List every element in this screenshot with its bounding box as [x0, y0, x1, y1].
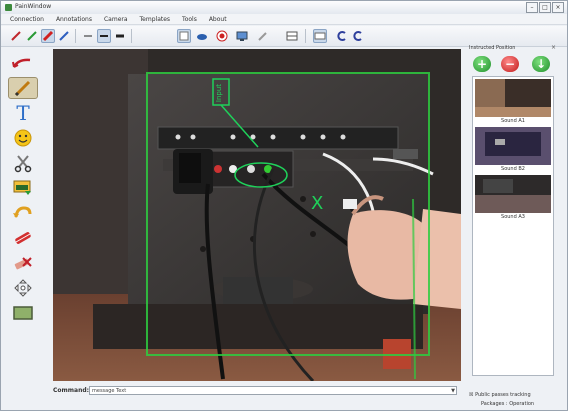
status-text: Packages : Operation [481, 401, 535, 407]
thumbnail-3[interactable] [475, 175, 551, 213]
app-icon [5, 4, 12, 11]
maximize-button[interactable]: □ [539, 2, 551, 13]
pen-highlight-icon[interactable] [41, 29, 55, 43]
chevron-down-icon[interactable]: ▼ [451, 387, 455, 395]
window-controls: – □ × [526, 2, 564, 13]
thumbnail-1[interactable] [475, 79, 551, 117]
line-medium-icon[interactable] [97, 29, 111, 43]
cross-mark: X [311, 193, 323, 214]
thumbnail-2[interactable] [475, 127, 551, 165]
panel-title: Instructed Position [469, 45, 516, 51]
select-icon[interactable] [177, 29, 191, 43]
image-icon[interactable] [8, 177, 38, 199]
thumbnail-caption: Sound B2 [501, 166, 525, 172]
pencil-icon[interactable] [255, 29, 269, 43]
grid-icon[interactable] [285, 29, 299, 43]
menu-templates[interactable]: Templates [140, 14, 171, 24]
pen-green-icon[interactable] [25, 29, 39, 43]
video-canvas[interactable]: Input X [53, 49, 461, 381]
eraser-icon[interactable] [195, 29, 209, 43]
undo-icon[interactable] [335, 29, 349, 43]
thumbnail-caption: Sound A1 [501, 118, 525, 124]
app-window: PainWindow – □ × Connection Annotations … [0, 0, 568, 411]
command-label: Command: [53, 387, 90, 394]
close-icon[interactable]: × [551, 44, 556, 51]
menu-annotations[interactable]: Annotations [56, 14, 92, 24]
thumbnail-caption: Sound A3 [501, 214, 525, 220]
camera-view: Input X [53, 49, 461, 381]
clear-icon[interactable] [8, 252, 38, 274]
eraser-tool-icon[interactable] [8, 227, 38, 249]
menu-about[interactable]: About [209, 14, 227, 24]
input-label-text: Input [215, 84, 223, 102]
toolbar-separator [305, 29, 306, 43]
pen-blue-icon[interactable] [57, 29, 71, 43]
rectangle-icon[interactable] [313, 29, 327, 43]
scissors-icon[interactable] [8, 152, 38, 174]
redo-icon[interactable] [351, 29, 365, 43]
close-button[interactable]: × [552, 2, 564, 13]
record-icon[interactable] [215, 29, 229, 43]
command-bar: Command: message Text ▼ [53, 385, 461, 397]
line-small-icon[interactable] [81, 29, 95, 43]
title-bar: PainWindow – □ × [1, 1, 567, 15]
command-value: message Text [92, 388, 127, 394]
menu-connection[interactable]: Connection [10, 14, 44, 24]
smiley-icon[interactable] [8, 127, 38, 149]
menu-tools[interactable]: Tools [182, 14, 197, 24]
background-icon[interactable] [8, 302, 38, 324]
command-input[interactable]: message Text ▼ [89, 386, 457, 395]
window-title: PainWindow [15, 3, 52, 10]
pen-red-icon[interactable] [9, 29, 23, 43]
toolbar-separator [131, 29, 132, 43]
checkbox-label: Public passes tracking [475, 392, 531, 398]
undo-arrow-icon[interactable] [8, 202, 38, 224]
screen-icon[interactable] [235, 29, 249, 43]
line-large-icon[interactable] [113, 29, 127, 43]
toolbar-separator [75, 29, 76, 43]
move-icon[interactable] [8, 277, 38, 299]
text-tool-icon[interactable]: T [8, 101, 38, 125]
minimize-button[interactable]: – [526, 2, 538, 13]
apply-position-button[interactable]: ↓ [532, 56, 550, 72]
arrow-tool-icon[interactable] [8, 52, 38, 74]
menu-bar: Connection Annotations Camera Templates … [1, 14, 567, 25]
thumbnail-list: Sound A1 Sound B2 Sound A3 [472, 76, 554, 376]
tracking-option[interactable]: ☒ Public passes tracking [469, 392, 531, 398]
menu-camera[interactable]: Camera [104, 14, 128, 24]
remove-position-button[interactable]: − [501, 56, 519, 72]
checkbox[interactable]: ☒ [469, 392, 473, 398]
add-position-button[interactable]: + [473, 56, 491, 72]
pencil-tool-icon[interactable] [8, 77, 38, 99]
instructed-position-panel: Instructed Position × + − ↓ Sound A1 Sou… [469, 44, 557, 394]
